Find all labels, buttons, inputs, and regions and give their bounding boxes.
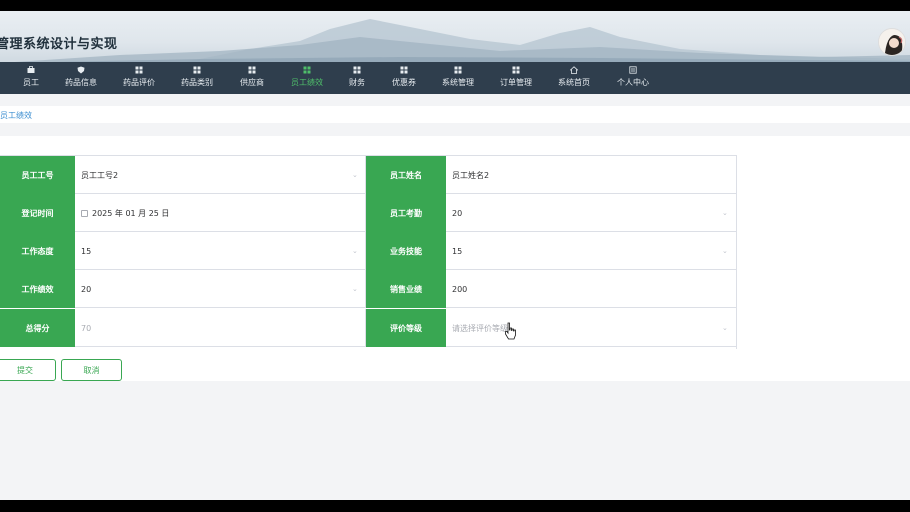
nav-item-coupon[interactable]: 优惠券	[391, 62, 417, 94]
nav-item-performance[interactable]: 员工绩效	[290, 62, 324, 94]
calendar-icon	[81, 209, 88, 217]
work-performance-label: 工作绩效	[0, 270, 75, 308]
nav-label: 个人中心	[617, 78, 649, 87]
chevron-down-icon: ⌄	[722, 324, 728, 332]
chevron-down-icon: ⌄	[352, 247, 358, 255]
performance-form: 员工工号 员工工号2 ⌄ 员工姓名 员工姓名2 登记时间 2025 年 01 月…	[0, 155, 737, 349]
total-score-field: 70	[75, 309, 366, 347]
chevron-down-icon: ⌄	[352, 285, 358, 293]
header-banner: 管理系统设计与实现	[0, 11, 910, 63]
work-attitude-field[interactable]: 15	[75, 232, 366, 270]
work-performance-field[interactable]: 20	[75, 270, 366, 308]
form-row: 工作绩效 20 ⌄ 销售业绩 200	[0, 270, 737, 308]
register-date-label: 登记时间	[0, 194, 75, 232]
employee-name-field[interactable]: 员工姓名2	[446, 156, 736, 194]
nav-item-drug-review[interactable]: 药品评价	[122, 62, 156, 94]
nav-label: 系统首页	[558, 78, 590, 87]
chevron-down-icon: ⌄	[722, 209, 728, 217]
sales-performance-label: 销售业绩	[366, 270, 446, 308]
nav-label: 员工	[23, 78, 39, 87]
attendance-label: 员工考勤	[366, 194, 446, 232]
grid-icon	[135, 66, 143, 74]
nav-label: 财务	[349, 78, 365, 87]
top-nav: 员工 药品信息 药品评价 药品类别 供应商 员工绩效 财务 优惠券 系统管理 订…	[0, 62, 910, 94]
shield-icon	[77, 66, 85, 74]
chevron-down-icon: ⌄	[352, 171, 358, 179]
nav-item-system-admin[interactable]: 系统管理	[441, 62, 475, 94]
register-date-picker[interactable]: 2025 年 01 月 25 日	[75, 194, 366, 232]
nav-label: 员工绩效	[291, 78, 323, 87]
nav-item-profile[interactable]: 个人中心	[616, 62, 650, 94]
form-row: 工作态度 15 ⌄ 业务技能 15 ⌄	[0, 232, 737, 270]
nav-item-drug-category[interactable]: 药品类别	[180, 62, 214, 94]
employee-name-label: 员工姓名	[366, 156, 446, 194]
site-title: 管理系统设计与实现	[0, 37, 118, 52]
attendance-field[interactable]: 20	[446, 194, 736, 232]
nav-label: 优惠券	[392, 78, 416, 87]
sales-performance-field[interactable]: 200	[446, 270, 736, 308]
nav-item-supplier[interactable]: 供应商	[239, 62, 265, 94]
business-skill-field[interactable]: 15	[446, 232, 736, 270]
business-skill-label: 业务技能	[366, 232, 446, 270]
grid-icon	[454, 66, 462, 74]
breadcrumb-current[interactable]: 员工绩效	[0, 110, 32, 121]
grid-icon	[303, 66, 311, 74]
grid-icon	[248, 66, 256, 74]
nav-label: 系统管理	[442, 78, 474, 87]
nav-label: 药品信息	[65, 78, 97, 87]
nav-item-home[interactable]: 系统首页	[557, 62, 591, 94]
grid-icon	[353, 66, 361, 74]
employee-id-select[interactable]: 员工工号2	[75, 156, 366, 194]
mountain-illustration	[0, 19, 910, 63]
breadcrumb: 员工绩效	[0, 106, 910, 123]
form-row: 员工工号 员工工号2 ⌄ 员工姓名 员工姓名2	[0, 156, 737, 194]
grid-icon	[193, 66, 201, 74]
nav-label: 供应商	[240, 78, 264, 87]
nav-item-drug-info[interactable]: 药品信息	[64, 62, 98, 94]
cancel-button[interactable]: 取消	[61, 359, 122, 381]
user-card-icon	[629, 66, 637, 74]
work-attitude-label: 工作态度	[0, 232, 75, 270]
grid-icon	[400, 66, 408, 74]
grid-icon	[512, 66, 520, 74]
form-row: 总得分 70 评价等级 请选择评价等级 ⌄	[0, 309, 737, 347]
nav-item-orders[interactable]: 订单管理	[499, 62, 533, 94]
employee-id-label: 员工工号	[0, 156, 75, 194]
total-score-label: 总得分	[0, 309, 75, 347]
nav-label: 订单管理	[500, 78, 532, 87]
home-icon	[570, 66, 578, 74]
avatar[interactable]	[878, 28, 906, 56]
briefcase-icon	[27, 66, 35, 73]
rating-level-label: 评价等级	[366, 309, 446, 347]
chevron-down-icon: ⌄	[722, 247, 728, 255]
nav-label: 药品类别	[181, 78, 213, 87]
form-row: 登记时间 2025 年 01 月 25 日 员工考勤 20 ⌄	[0, 194, 737, 232]
register-date-value: 2025 年 01 月 25 日	[92, 208, 170, 218]
submit-button[interactable]: 提交	[0, 359, 56, 381]
rating-level-select[interactable]: 请选择评价等级	[446, 309, 736, 347]
nav-label: 药品评价	[123, 78, 155, 87]
nav-item-finance[interactable]: 财务	[348, 62, 366, 94]
hand-cursor-icon	[505, 322, 516, 340]
nav-item-employee[interactable]: 员工	[20, 62, 42, 94]
